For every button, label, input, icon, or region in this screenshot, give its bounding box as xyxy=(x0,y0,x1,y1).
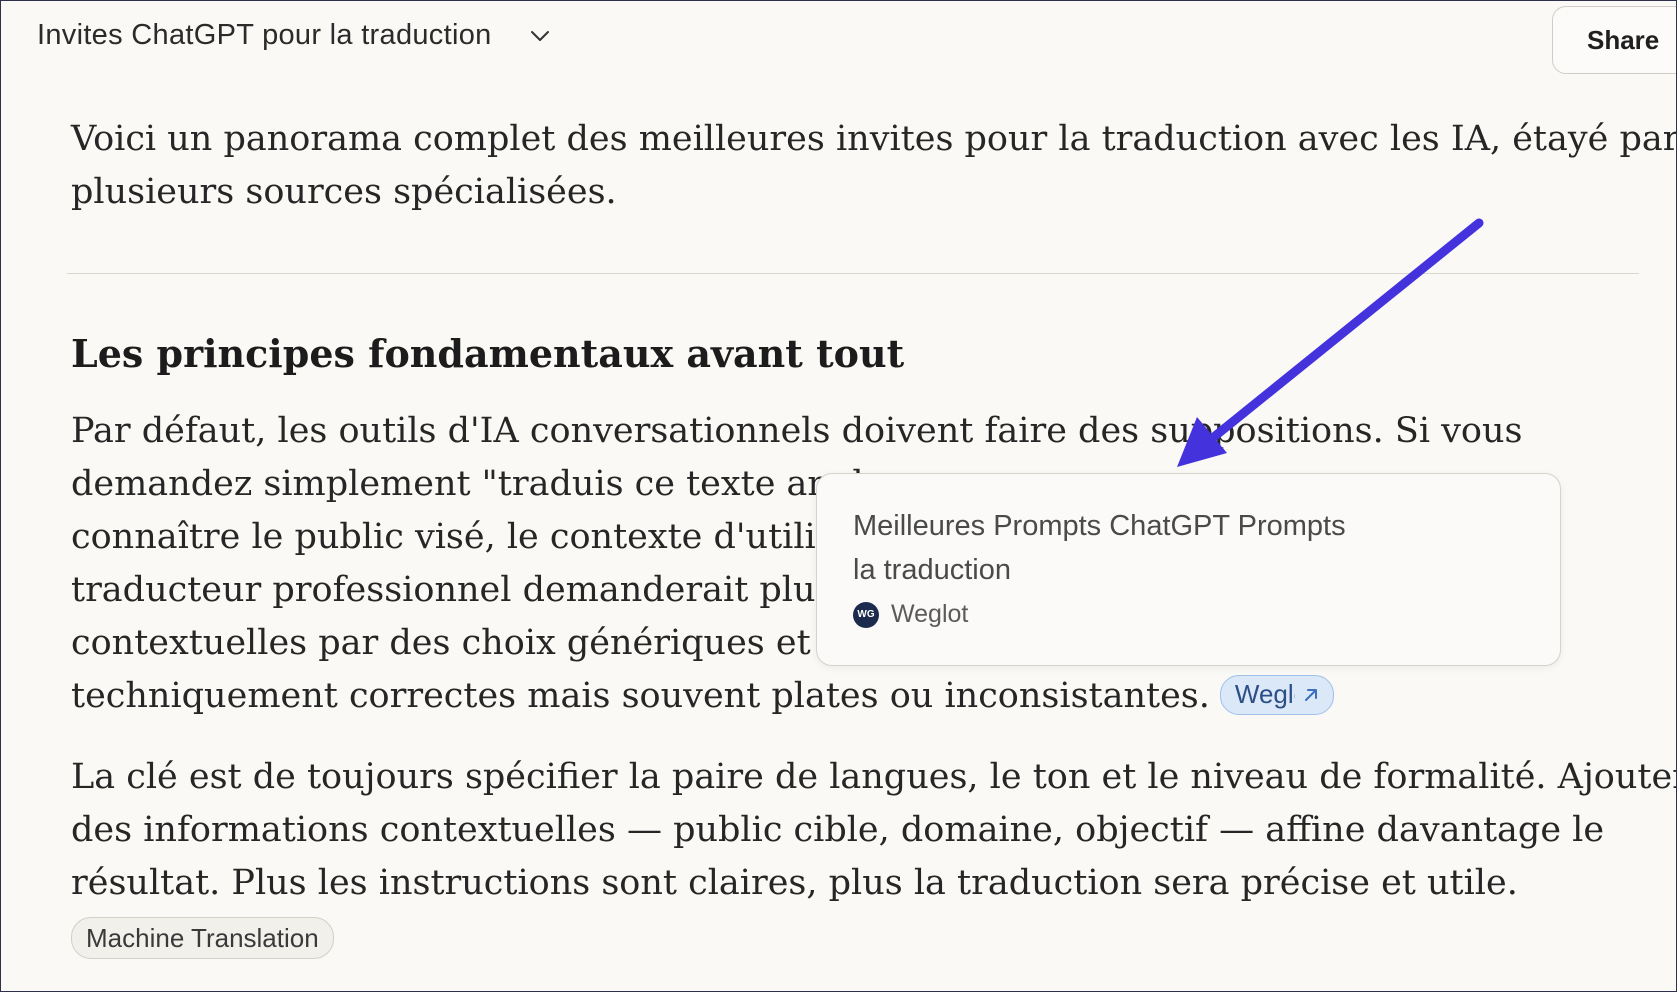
chat-title-dropdown[interactable]: Invites ChatGPT pour la traduction xyxy=(37,19,552,52)
paragraph-line: Par défaut, les outils d'IA conversation… xyxy=(71,411,1523,451)
topic-tag-chip[interactable]: Machine Translation xyxy=(71,917,334,959)
popover-source: WG Weglot xyxy=(853,600,968,629)
paragraph-line: des informations contextuelles — public … xyxy=(71,810,1605,850)
intro-line: plusieurs sources spécialisées. xyxy=(71,172,617,212)
paragraph-line: La clé est de toujours spécifier la pair… xyxy=(71,757,1677,797)
citation-chip[interactable]: Weglot xyxy=(1219,674,1334,715)
app-frame: Invites ChatGPT pour la traduction Share… xyxy=(0,0,1677,992)
paragraph-line: techniquement correctes mais souvent pla… xyxy=(71,670,1591,723)
share-button[interactable]: Share xyxy=(1552,6,1676,74)
paragraph-line-text: demandez simplement "traduis ce texte an… xyxy=(71,464,885,504)
section-heading: Les principes fondamentaux avant tout xyxy=(71,331,905,376)
popover-title-line: Meilleures Prompts ChatGPT Prompts xyxy=(853,510,1346,542)
popover-title-line: la traduction xyxy=(853,554,1011,586)
citation-label: Weglot xyxy=(1234,679,1295,709)
arrow-up-right-icon xyxy=(1304,688,1317,701)
section-divider xyxy=(67,273,1639,274)
popover-title: Meilleures Prompts ChatGPT Prompts la tr… xyxy=(853,504,1413,592)
intro-line: Voici un panorama complet des meilleures… xyxy=(71,119,1677,159)
chat-header: Invites ChatGPT pour la traduction Share xyxy=(1,1,1676,79)
weglot-logo-icon: WG xyxy=(853,601,879,628)
source-name: Weglot xyxy=(891,600,969,628)
chevron-down-icon xyxy=(528,24,552,48)
chat-title: Invites ChatGPT pour la traduction xyxy=(37,19,492,51)
paragraph-line-text: techniquement correctes mais souvent pla… xyxy=(71,676,1210,716)
specification-paragraph: La clé est de toujours spécifier la pair… xyxy=(71,751,1677,910)
citation-popover[interactable]: Meilleures Prompts ChatGPT Prompts la tr… xyxy=(816,473,1561,666)
intro-paragraph: Voici un panorama complet des meilleures… xyxy=(71,113,1677,219)
paragraph-line: résultat. Plus les instructions sont cla… xyxy=(71,863,1518,903)
